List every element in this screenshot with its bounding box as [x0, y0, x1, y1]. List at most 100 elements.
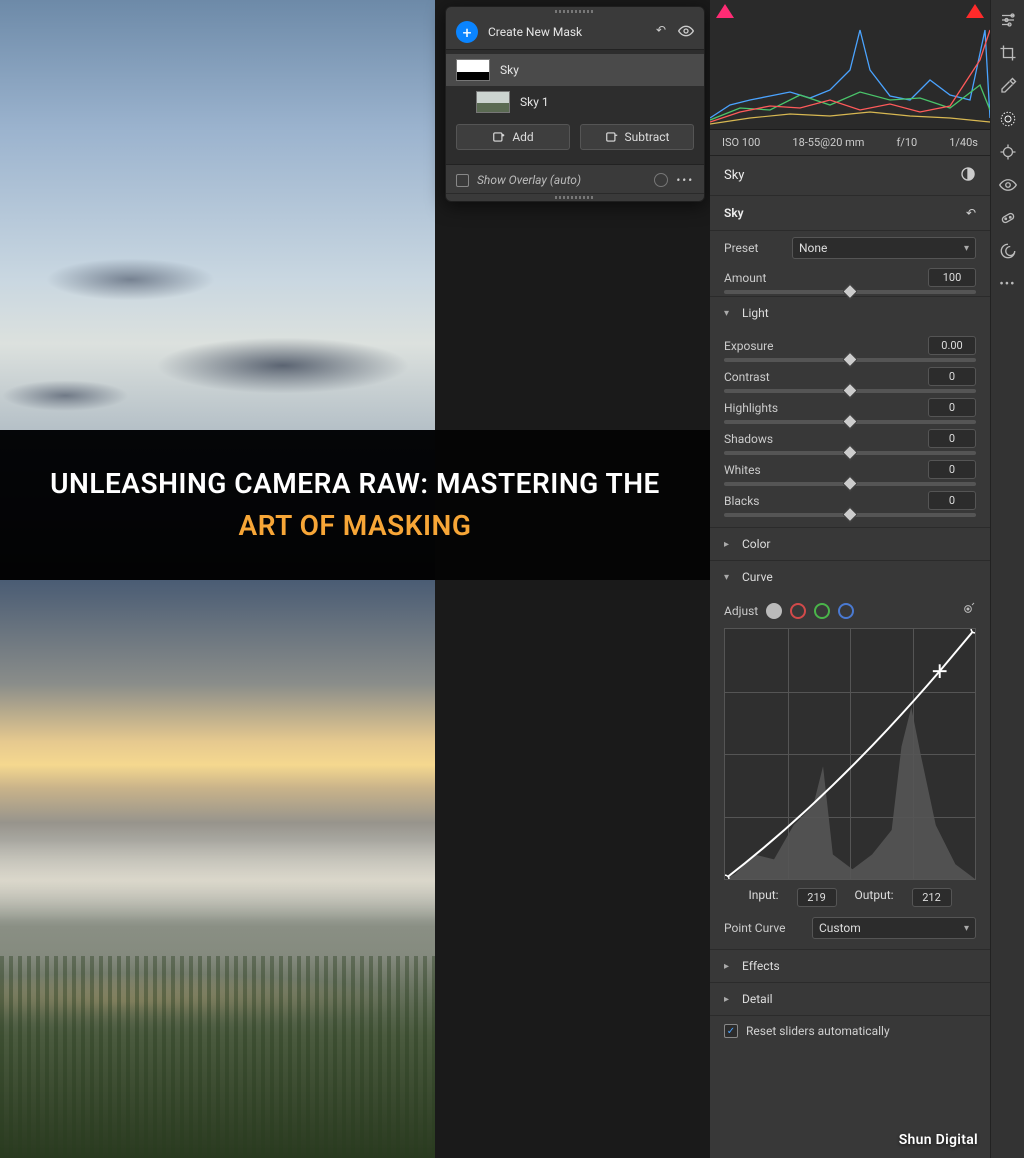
show-overlay-label: Show Overlay (auto) [477, 173, 581, 187]
mask-sub-header: Sky ↶ [710, 196, 990, 231]
highlights-value[interactable]: 0 [928, 398, 976, 417]
detail-section-toggle[interactable]: ▸ Detail [710, 982, 990, 1015]
mask-sub-title: Sky [724, 206, 966, 220]
channel-blue-icon[interactable] [838, 603, 854, 619]
output-value[interactable]: 212 [912, 888, 952, 907]
add-label: Add [512, 130, 533, 144]
edit-tool-icon[interactable] [998, 10, 1018, 30]
point-curve-value: Custom [819, 921, 861, 935]
chevron-right-icon: ▸ [724, 961, 734, 972]
curve-editor[interactable] [724, 628, 976, 880]
reset-sliders-label: Reset sliders automatically [746, 1024, 890, 1038]
contrast-slider[interactable] [724, 389, 976, 393]
mask-row-sky[interactable]: Sky [446, 54, 704, 86]
detail-label: Detail [742, 992, 773, 1006]
right-toolbar: ••• [990, 0, 1024, 1158]
blacks-slider[interactable] [724, 513, 976, 517]
create-mask-button[interactable]: + [456, 21, 478, 43]
blacks-value[interactable]: 0 [928, 491, 976, 510]
panel-grip-top[interactable] [446, 7, 704, 15]
meta-aperture: f/10 [896, 136, 917, 149]
light-section-toggle[interactable]: ▾ Light [710, 296, 990, 329]
title-line-1: UNLEASHING CAMERA RAW: MASTERING THE [50, 467, 660, 500]
show-overlay-checkbox[interactable] [456, 174, 469, 187]
mask-name: Sky [500, 63, 519, 77]
visibility-icon[interactable] [678, 23, 694, 42]
shadows-slider[interactable] [724, 451, 976, 455]
masking-panel[interactable]: + Create New Mask ↶ Sky Sky 1 Add Subtra… [445, 6, 705, 202]
meta-shutter: 1/40s [949, 136, 978, 149]
undo-icon[interactable]: ↶ [656, 23, 666, 42]
mask-name: Sky 1 [520, 95, 549, 109]
point-curve-label: Point Curve [724, 921, 804, 935]
redeye-tool-icon[interactable] [998, 175, 1018, 195]
shadows-label: Shadows [724, 432, 920, 446]
input-value[interactable]: 219 [797, 888, 837, 907]
color-label: Color [742, 537, 770, 551]
chevron-down-icon: ▾ [964, 243, 969, 254]
mask-section-header: Sky [710, 156, 990, 196]
histogram[interactable] [710, 0, 990, 130]
add-mask-button[interactable]: Add [456, 124, 570, 150]
reset-icon[interactable]: ↶ [966, 206, 976, 220]
chevron-down-icon: ▾ [724, 308, 734, 319]
meta-lens: 18-55@20 mm [792, 136, 864, 149]
channel-rgb-icon[interactable] [766, 603, 782, 619]
channel-green-icon[interactable] [814, 603, 830, 619]
heal-tool-icon[interactable] [998, 208, 1018, 228]
contrast-value[interactable]: 0 [928, 367, 976, 386]
mask-thumb-icon [476, 91, 510, 113]
curve-section-toggle[interactable]: ▾ Curve [710, 560, 990, 593]
color-section-toggle[interactable]: ▸ Color [710, 527, 990, 560]
light-label: Light [742, 306, 769, 320]
amount-value[interactable]: 100 [928, 268, 976, 287]
more-tool-icon[interactable]: ••• [998, 274, 1018, 294]
subtract-mask-button[interactable]: Subtract [580, 124, 694, 150]
mask-list: Sky Sky 1 Add Subtract [446, 49, 704, 165]
exposure-value[interactable]: 0.00 [928, 336, 976, 355]
output-label: Output: [855, 888, 894, 907]
overlay-color-icon[interactable] [654, 173, 668, 187]
highlights-slider[interactable] [724, 420, 976, 424]
meta-iso: ISO 100 [722, 136, 760, 149]
reset-sliders-row: ✓ Reset sliders automatically [710, 1015, 990, 1046]
masking-tool-icon[interactable] [998, 109, 1018, 129]
chevron-down-icon: ▾ [724, 572, 734, 583]
reset-sliders-checkbox[interactable]: ✓ [724, 1024, 738, 1038]
panel-grip-bottom[interactable] [446, 193, 704, 201]
eyedropper-tool-icon[interactable] [998, 76, 1018, 96]
highlights-label: Highlights [724, 401, 920, 415]
effects-section-toggle[interactable]: ▸ Effects [710, 949, 990, 982]
blacks-label: Blacks [724, 494, 920, 508]
shadows-value[interactable]: 0 [928, 429, 976, 448]
channel-red-icon[interactable] [790, 603, 806, 619]
subtract-label: Subtract [625, 130, 670, 144]
amount-slider[interactable] [724, 290, 976, 294]
metadata-bar: ISO 100 18-55@20 mm f/10 1/40s [710, 130, 990, 156]
chevron-right-icon: ▸ [724, 539, 734, 550]
whites-value[interactable]: 0 [928, 460, 976, 479]
input-label: Input: [748, 888, 778, 907]
photo-sky-region [0, 0, 435, 430]
mask-row-sky1[interactable]: Sky 1 [446, 86, 704, 118]
whites-label: Whites [724, 463, 920, 477]
watermark: Shun Digital [899, 1132, 978, 1148]
crop-tool-icon[interactable] [998, 43, 1018, 63]
mask-section-title: Sky [724, 168, 960, 183]
invert-icon[interactable] [960, 166, 976, 185]
title-line-2: ART OF MASKING [239, 509, 472, 542]
adjust-label: Adjust [724, 604, 758, 618]
preset-row: Preset None ▾ [710, 231, 990, 265]
chevron-down-icon: ▾ [964, 923, 969, 934]
curve-label: Curve [742, 570, 773, 584]
target-adjust-icon[interactable] [960, 601, 976, 620]
effects-label: Effects [742, 959, 780, 973]
whites-slider[interactable] [724, 482, 976, 486]
more-icon[interactable]: ••• [676, 173, 694, 187]
title-overlay: UNLEASHING CAMERA RAW: MASTERING THE ART… [0, 430, 710, 580]
point-curve-select[interactable]: Custom ▾ [812, 917, 976, 939]
preset-select[interactable]: None ▾ [792, 237, 976, 259]
swirl-tool-icon[interactable] [998, 241, 1018, 261]
target-tool-icon[interactable] [998, 142, 1018, 162]
exposure-slider[interactable] [724, 358, 976, 362]
